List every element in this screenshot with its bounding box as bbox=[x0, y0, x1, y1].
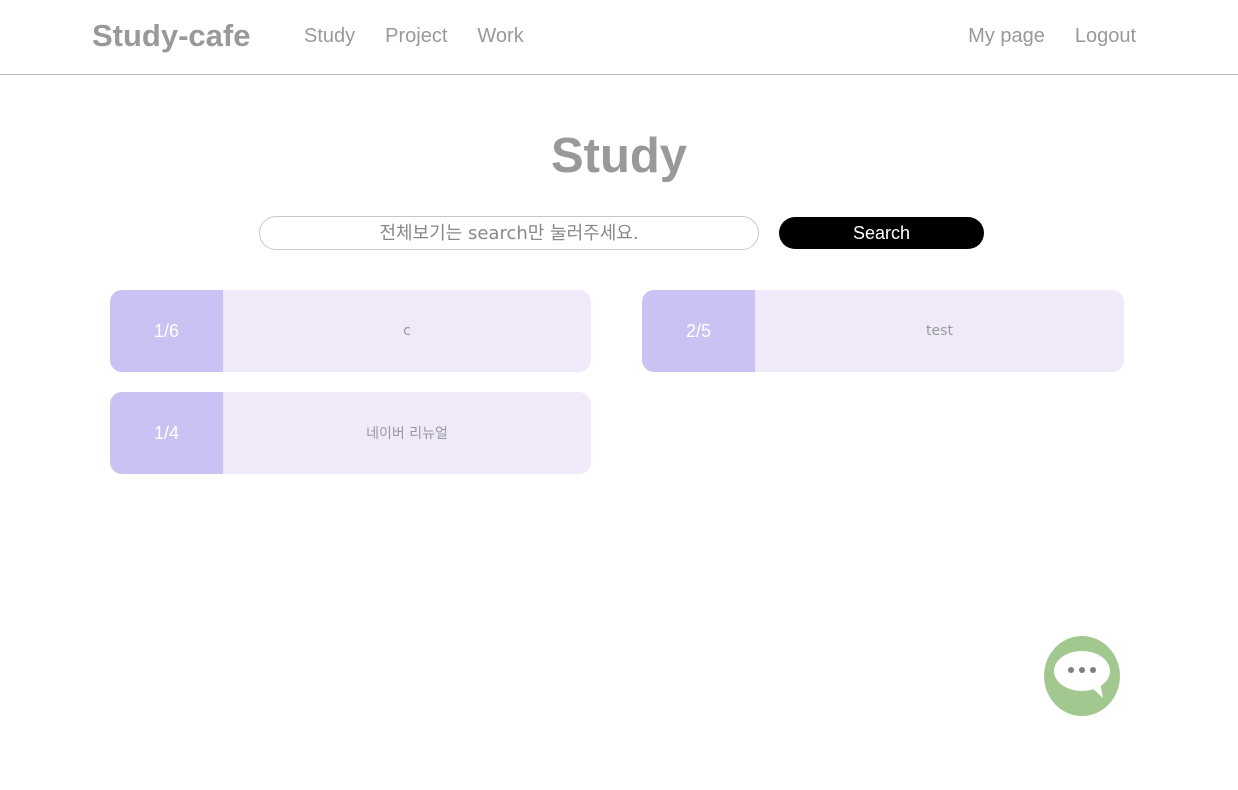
page-title: Study bbox=[550, 129, 688, 183]
study-card[interactable]: 1/6 c bbox=[110, 290, 591, 372]
top-navbar: Study-cafe Study Project Work My page Lo… bbox=[0, 0, 1238, 75]
member-count-badge: 2/5 bbox=[642, 290, 755, 372]
nav-work-link[interactable]: Work bbox=[477, 25, 523, 48]
study-card[interactable]: 2/5 test bbox=[642, 290, 1124, 372]
nav-project-link[interactable]: Project bbox=[385, 25, 447, 48]
search-button[interactable]: Search bbox=[779, 217, 984, 249]
user-nav: My page Logout bbox=[968, 25, 1136, 48]
study-card-title: 네이버 리뉴얼 bbox=[366, 426, 448, 442]
member-count-badge: 1/4 bbox=[110, 392, 223, 474]
study-card-title: test bbox=[926, 323, 953, 339]
search-input[interactable] bbox=[259, 216, 759, 250]
brand-logo[interactable]: Study-cafe bbox=[92, 18, 250, 54]
my-page-link[interactable]: My page bbox=[968, 25, 1045, 48]
member-count-badge: 1/6 bbox=[110, 290, 223, 372]
study-card[interactable]: 1/4 네이버 리뉴얼 bbox=[110, 392, 591, 474]
logout-link[interactable]: Logout bbox=[1075, 25, 1136, 48]
study-card-title: c bbox=[403, 323, 411, 339]
chat-bubble-icon bbox=[1054, 651, 1110, 698]
nav-study-link[interactable]: Study bbox=[304, 25, 355, 48]
chat-button[interactable] bbox=[1044, 636, 1120, 716]
main-nav: Study Project Work bbox=[304, 25, 524, 48]
